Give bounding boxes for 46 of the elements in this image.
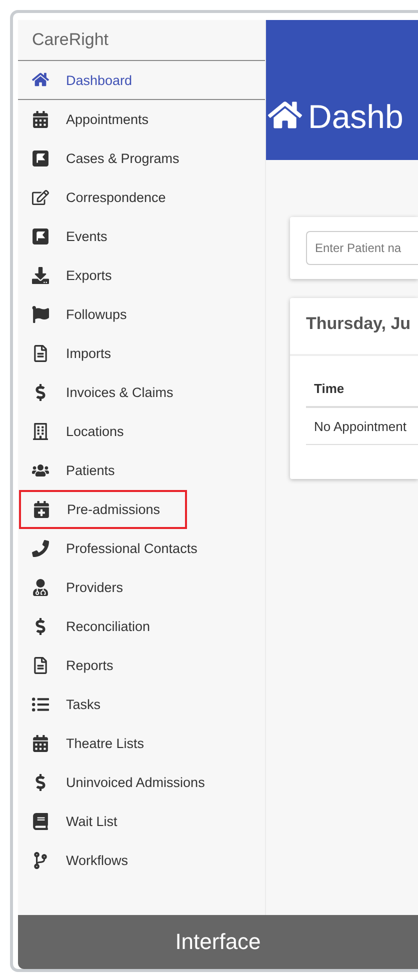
sidebar-item[interactable]: Tasks: [18, 685, 265, 724]
flag-icon: [32, 228, 49, 244]
building-icon: [32, 422, 49, 440]
calendar-plus-icon: [33, 500, 50, 518]
sidebar-item[interactable]: Exports: [18, 256, 265, 295]
sidebar-item[interactable]: Followups: [18, 295, 265, 334]
page-title: Dashb: [308, 98, 404, 136]
branch-icon: [32, 852, 49, 868]
calendar-icon: [32, 734, 49, 752]
users-icon: [32, 462, 49, 478]
calendar-icon: [32, 110, 49, 128]
sidebar-item[interactable]: Cases & Programs: [18, 139, 265, 178]
sidebar-item[interactable]: Providers: [18, 568, 265, 607]
column-header: Time: [306, 370, 418, 408]
flag-icon: [32, 150, 49, 166]
list-icon: [32, 696, 49, 712]
flag-icon: [32, 306, 49, 322]
document-icon: [32, 344, 49, 362]
sidebar-item[interactable]: Pre-admissions: [19, 490, 187, 529]
sidebar-item[interactable]: Appointments: [18, 100, 265, 139]
sidebar-item[interactable]: Uninvoiced Admissions: [18, 763, 265, 802]
sidebar-item[interactable]: Reconciliation: [18, 607, 265, 646]
sidebar-item[interactable]: Correspondence: [18, 178, 265, 217]
doctor-icon: [32, 578, 49, 596]
sidebar-item[interactable]: Reports: [18, 646, 265, 685]
sidebar-item[interactable]: Invoices & Claims: [18, 373, 265, 412]
sidebar-item[interactable]: Workflows: [18, 841, 265, 880]
sidebar-item[interactable]: Wait List: [18, 802, 265, 841]
phone-icon: [32, 540, 49, 556]
brand-name: CareRight: [18, 20, 265, 61]
book-icon: [32, 812, 49, 830]
date-heading: Thursday, Ju: [290, 298, 418, 356]
sidebar-item[interactable]: Dashboard: [18, 61, 265, 100]
sidebar-item[interactable]: Locations: [18, 412, 265, 451]
empty-message: No Appointment: [306, 408, 418, 445]
search-field[interactable]: Enter Patient na: [306, 231, 418, 265]
sidebar-item[interactable]: Events: [18, 217, 265, 256]
caption: Interface: [175, 929, 261, 955]
document-icon: [32, 656, 49, 674]
home-icon: [32, 71, 49, 88]
sidebar-item[interactable]: Imports: [18, 334, 265, 373]
edit-icon: [32, 188, 49, 206]
sidebar-item[interactable]: Theatre Lists: [18, 724, 265, 763]
download-icon: [32, 266, 49, 284]
sidebar-item[interactable]: Professional Contacts: [18, 529, 265, 568]
sidebar-item[interactable]: Patients: [18, 451, 265, 490]
